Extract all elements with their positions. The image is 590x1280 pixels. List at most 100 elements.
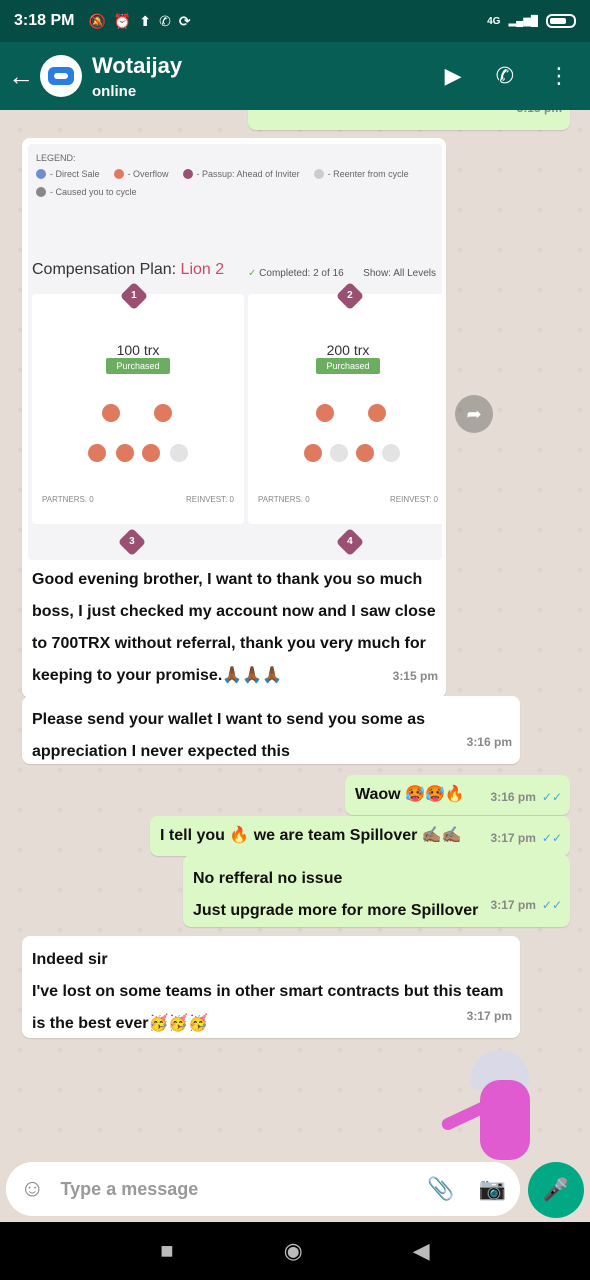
avatar-logo — [48, 67, 74, 85]
level-number-badge: 1 — [119, 281, 149, 311]
purchased-badge: Purchased — [316, 358, 380, 374]
tree-node — [154, 404, 172, 422]
message-in-image[interactable]: LEGEND: - Direct Sale - Overflow - Passu… — [22, 138, 446, 698]
phone-icon[interactable]: ✆ — [496, 63, 514, 89]
forward-icon[interactable]: ➦ — [455, 395, 493, 433]
sticker-body — [480, 1080, 530, 1160]
message-composer[interactable]: ☺ Type a message 📎 📷 — [6, 1162, 520, 1216]
video-call-icon[interactable]: ▶ — [445, 63, 462, 89]
alarm-icon: ⏰ — [113, 12, 132, 29]
message-time: 3:16 pm ✓✓ — [490, 790, 562, 804]
reinvest-count: REINVEST: 0 — [389, 495, 438, 504]
tree-node-empty — [330, 444, 348, 462]
contact-status: online — [92, 82, 137, 100]
system-navbar: ■ ◉ ◀ — [0, 1222, 590, 1280]
message-text: Good evening brother, I want to thank yo… — [32, 571, 436, 684]
plan-title: Compensation Plan: Lion 2 — [32, 261, 225, 278]
message-out-previous[interactable]: 3:15 pm — [248, 110, 570, 130]
completed-status: ✓ Completed: 2 of 16 — [248, 268, 344, 279]
message-in[interactable]: Please send your wallet I want to send y… — [22, 696, 520, 764]
message-in[interactable]: Indeed sir I've lost on some teams in ot… — [22, 936, 520, 1038]
level-number-badge: 4 — [335, 527, 365, 557]
tree-node — [116, 444, 134, 462]
message-text: I tell you 🔥 we are team Spillover ✍🏽✍🏽 — [160, 827, 462, 844]
more-vert-icon[interactable]: ⋮ — [548, 63, 570, 89]
legend-item: - Reenter from cycle — [313, 168, 409, 180]
partners-count: PARTNERS: 0 — [42, 495, 94, 504]
message-text-line: Indeed sir — [32, 951, 108, 968]
chat-area[interactable]: 3:15 pm LEGEND: - Direct Sale - Overflow… — [0, 110, 590, 1162]
paperclip-icon[interactable]: 📎 — [427, 1176, 454, 1202]
status-right: 4G ▂▄▆█ — [487, 14, 576, 28]
legend-item: - Overflow — [113, 168, 169, 180]
mic-button[interactable]: 🎤 — [528, 1162, 584, 1218]
message-text: Please send your wallet I want to send y… — [32, 711, 426, 760]
back-arrow-icon[interactable]: ← — [8, 61, 38, 92]
overflow-icon — [113, 169, 124, 179]
plan-level: Lion 2 — [180, 261, 225, 278]
read-check-icon: ✓✓ — [541, 790, 562, 804]
signal-icon: ▂▄▆█ — [508, 15, 538, 27]
level-card: 1 100 trx Purchased PARTNERS: 0 REINVEST… — [32, 281, 244, 524]
contact-info[interactable]: Wotaijay online — [92, 53, 182, 100]
anime-sticker[interactable] — [430, 1050, 580, 1160]
status-icons: 🔕 ⏰ ⬆ ✆ ⟳ — [88, 13, 190, 30]
battery-icon — [546, 14, 576, 28]
contact-avatar[interactable] — [40, 55, 82, 97]
upload-icon: ⬆ — [139, 12, 152, 29]
message-time: 3:15 pm — [517, 110, 562, 124]
reenter-icon — [313, 169, 324, 179]
read-check-icon: ✓✓ — [541, 831, 562, 845]
contact-name: Wotaijay — [92, 52, 183, 78]
message-out[interactable]: Waow 🥵🥵🔥 3:16 pm ✓✓ — [345, 775, 570, 815]
recent-apps-icon[interactable]: ■ — [160, 1238, 173, 1264]
legend-item: - Caused you to cycle — [36, 186, 137, 198]
mute-icon: 🔕 — [88, 12, 106, 29]
sync-icon: ⟳ — [178, 12, 191, 29]
legend-item: - Direct Sale — [36, 168, 100, 180]
read-check-icon: ✓✓ — [541, 898, 562, 912]
tree-node-empty — [170, 444, 188, 462]
message-time: 3:16 pm — [466, 735, 512, 749]
emoji-icon[interactable]: ☺ — [20, 1175, 45, 1203]
reinvest-count: REINVEST: 0 — [185, 495, 234, 504]
direct-sale-icon — [36, 169, 46, 179]
tree-node — [102, 404, 120, 422]
message-time: 3:17 pm — [466, 1009, 512, 1023]
mic-icon: 🎤 — [542, 1177, 570, 1202]
tree-node — [356, 444, 374, 462]
tree-node — [304, 444, 322, 462]
passup-icon — [182, 169, 193, 179]
back-nav-icon[interactable]: ◀ — [413, 1238, 430, 1264]
legend-item: - Passup: Ahead of Inviter — [182, 168, 300, 180]
cycle-icon — [36, 187, 46, 197]
message-time: 3:17 pm ✓✓ — [490, 898, 562, 912]
message-input[interactable]: Type a message — [61, 1179, 199, 1200]
legend-items: - Direct Sale - Overflow - Passup: Ahead… — [36, 168, 426, 198]
shared-image[interactable]: LEGEND: - Direct Sale - Overflow - Passu… — [28, 144, 442, 560]
status-time: 3:18 PM — [14, 12, 75, 29]
camera-icon[interactable]: 📷 — [479, 1176, 506, 1202]
check-icon: ✓ — [248, 268, 257, 279]
status-bar: 3:18 PM 🔕 ⏰ ⬆ ✆ ⟳ 4G ▂▄▆█ — [0, 0, 590, 42]
level-card: 2 200 trx Purchased PARTNERS: 0 REINVEST… — [248, 281, 442, 524]
home-icon[interactable]: ◉ — [284, 1238, 303, 1264]
tree-node — [316, 404, 334, 422]
level-number-badge: 3 — [117, 527, 147, 557]
show-all-filter: Show: All Levels — [363, 268, 436, 279]
message-text: Waow 🥵🥵🔥 — [355, 786, 465, 803]
whatsapp-icon: ✆ — [159, 12, 171, 29]
tree-node — [368, 404, 386, 422]
legend-title: LEGEND: — [36, 153, 76, 163]
purchased-badge: Purchased — [106, 358, 170, 374]
chat-header: ← Wotaijay online ▶ ✆ ⋮ — [0, 42, 590, 110]
tree-node-empty — [382, 444, 400, 462]
message-time: 3:17 pm ✓✓ — [490, 831, 562, 845]
message-out[interactable]: I tell you 🔥 we are team Spillover ✍🏽✍🏽 … — [150, 816, 570, 856]
message-text-line: Just upgrade more for more Spillover — [193, 902, 479, 919]
message-text-line: I've lost on some teams in other smart c… — [32, 983, 504, 1032]
tree-node — [88, 444, 106, 462]
tree-node — [142, 444, 160, 462]
message-out[interactable]: No refferal no issue Just upgrade more f… — [183, 855, 570, 927]
message-time: 3:15 pm — [392, 669, 438, 683]
